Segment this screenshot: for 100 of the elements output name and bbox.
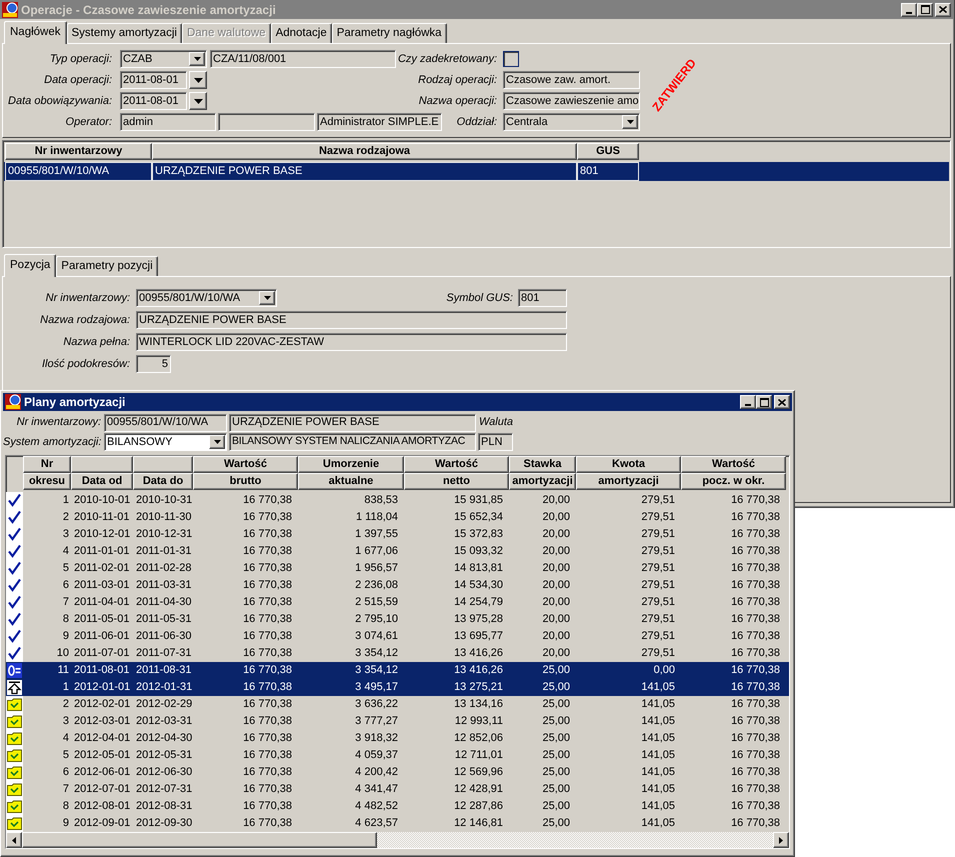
scroll-right-button[interactable] [773,832,789,848]
table-cell-text: 3 354,12 [354,663,399,678]
operation-type-dropdown[interactable]: CZAB [120,50,207,68]
column-header[interactable]: Wartość [193,456,298,473]
table-cell-text: 20,00 [541,578,571,594]
table-cell-text: 16 770,38 [730,748,781,764]
system-description-field[interactable]: BILANSOWY SYSTEM NALICZANIA AMORTYZAC [229,433,476,451]
column-header[interactable]: aktualne [298,473,404,490]
operation-name-field[interactable]: Czasowe zawieszenie amo [503,92,640,110]
maximize-button[interactable] [917,2,933,16]
dropdown-button[interactable] [189,71,207,89]
table-cell-text: 3 918,32 [354,731,399,746]
generic-name-field[interactable]: URZĄDZENIE POWER BASE [229,414,476,432]
currency-field[interactable]: PLN [478,433,513,451]
column-header[interactable]: GUS [577,143,639,160]
table-cell-text: 2 236,08 [354,578,399,594]
column-header[interactable]: amortyzacji [509,473,576,490]
table-cell-text: 13 416,26 [453,646,504,662]
table-cell-text: 4 623,57 [354,816,399,832]
minimize-icon [906,12,912,14]
dropdown-button[interactable] [209,435,225,449]
column-header[interactable]: Nazwa rodzajowa [152,143,577,160]
close-button[interactable] [774,395,790,409]
date-field[interactable]: 2011-08-01 [120,71,187,89]
operation-kind-field[interactable]: Czasowe zaw. amort. [503,71,640,89]
table-cell-text: 2011-03-01 [73,578,130,594]
table-row[interactable]: 00955/801/W/10/WA URZĄDZENIE POWER BASE 801 [4,162,949,181]
inventory-number-field[interactable]: 00955/801/W/10/WA [104,414,227,432]
table-cell-text: 16 770,38 [242,629,293,644]
column-header[interactable]: Data do [133,473,193,490]
table-cell-text: 9 [62,629,70,644]
table-cell-text: 13 275,21 [453,680,504,696]
column-header[interactable]: netto [404,473,509,490]
date-field[interactable]: 2011-08-01 [120,92,187,110]
table-cell-text: 16 770,38 [730,527,781,542]
dropdown-button[interactable] [259,291,275,305]
inventory-number-dropdown[interactable]: 00955/801/W/10/WA [136,289,277,307]
table-row[interactable]: 11 2011-08-01 2011-08-31 16 770,38 3 354,12 13 416,26 25,00 0,00 16 770,38 [6,662,789,679]
scrollbar-thumb[interactable] [22,832,377,848]
maximize-button[interactable] [756,395,772,409]
tab[interactable]: Nagłówek [4,21,66,44]
table-cell-text: 16 770,38 [242,748,293,764]
column-header[interactable]: amortyzacji [576,473,681,490]
tab[interactable]: Parametry nagłówka [332,23,447,43]
column-header[interactable]: Wartość [681,456,786,473]
table-cell-text: 16 770,38 [730,816,781,832]
subperiod-count-field[interactable]: 5 [136,355,171,373]
column-header[interactable]: brutto [193,473,298,490]
table-cell-text: 141,05 [640,697,676,712]
maximize-icon [920,5,930,14]
field-label: Nazwa rodzajowa: [39,312,130,328]
empty-field[interactable] [218,113,315,131]
table-cell-text: 2012-07-01 [73,782,132,798]
table-cell-text: 16 770,38 [242,544,293,560]
table-cell-text: 12 852,06 [453,731,504,746]
table-cell-text: 16 770,38 [730,612,781,628]
generic-name-field[interactable]: URZĄDZENIE POWER BASE [136,311,567,329]
close-button[interactable] [935,2,951,16]
tab[interactable]: Adnotacje [270,23,332,43]
table-cell-text: 2 [62,697,70,712]
table-cell-text: 2011-02-01 [73,561,130,576]
depreciation-system-dropdown[interactable]: BILANSOWY [104,433,227,451]
minimize-button[interactable] [901,2,917,16]
table-row[interactable]: 1 2012-01-01 2012-01-31 16 770,38 3 495,17 13 275,21 25,00 141,05 16 770,38 [6,679,789,696]
table-cell-text: 2012-05-01 [73,748,132,764]
branch-dropdown[interactable]: Centrala [503,113,640,131]
full-name-field[interactable]: WINTERLOCK LID 220VAC-ZESTAW [136,333,567,351]
operator-login-field[interactable]: admin [120,113,216,131]
minimize-button[interactable] [740,395,756,409]
column-header[interactable]: Data od [71,473,133,490]
table-cell-text: 20,00 [541,510,571,526]
column-header[interactable]: Stawka [509,456,576,473]
dropdown-button[interactable] [189,52,205,66]
scroll-left-button[interactable] [6,832,22,848]
column-header[interactable]: okresu [23,473,71,490]
column-header[interactable]: Nr [23,456,71,473]
folder-icon [6,747,23,764]
column-header[interactable]: Kwota [576,456,681,473]
operator-name-field[interactable]: Administrator SIMPLE.E [317,113,442,131]
column-header[interactable]: pocz. w okr. [681,473,786,490]
document-number-field[interactable]: CZA/11/08/001 [210,50,396,68]
table-cell-text: 2010-12-31 [135,527,193,542]
maximize-icon [760,398,768,406]
table-cell-text: 16 770,38 [242,782,293,798]
table-cell-text: 16 770,38 [730,680,781,696]
table-cell-text: 3 [62,714,70,730]
table-cell-text: 279,51 [640,578,676,594]
table-cell-text: 20,00 [541,646,571,662]
column-header[interactable]: Wartość [404,456,509,473]
tab[interactable]: Systemy amortyzacji [66,23,182,43]
column-header[interactable]: Umorzenie [298,456,404,473]
gus-symbol-field[interactable]: 801 [518,289,567,307]
table-cell-text: 13 134,16 [453,697,504,712]
tab[interactable]: Pozycja [4,254,56,277]
tab[interactable]: Parametry pozycji [56,256,158,276]
dropdown-button[interactable] [189,92,207,110]
column-header[interactable]: Nr inwentarzowy [5,143,152,160]
checkbox[interactable] [503,51,519,67]
table-cell-text: 8 [62,612,70,628]
dropdown-button[interactable] [622,115,638,129]
